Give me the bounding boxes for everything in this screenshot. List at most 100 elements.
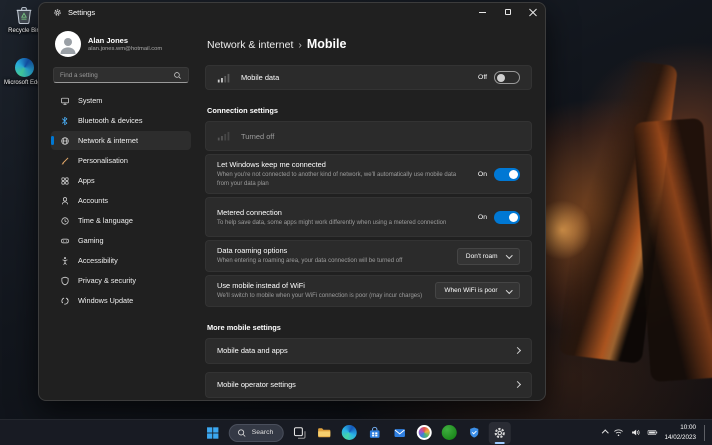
apps-grid-icon [60,176,70,186]
data-roaming-dropdown[interactable]: Don't roam [457,248,520,265]
user-profile[interactable]: Alan Jones alan.jones.wm@hotmail.com [55,31,191,57]
volume-icon[interactable] [630,427,641,438]
store-icon [367,426,381,440]
start-button[interactable] [202,422,224,444]
keep-me-connected-toggle[interactable] [494,168,520,181]
mobile-signal-icon [217,73,230,83]
chevron-right-icon [514,381,521,388]
profile-name: Alan Jones [88,36,162,45]
wifi-icon[interactable] [613,427,624,438]
photos-icon [417,425,432,440]
connection-status-card: Turned off [205,121,532,151]
show-desktop-button[interactable] [704,425,707,441]
sidebar-item-label: Time & language [78,216,133,225]
file-explorer-button[interactable] [313,422,335,444]
battery-icon[interactable] [647,427,658,438]
settings-app-button[interactable] [488,422,510,444]
recycle-bin-icon [13,4,35,26]
xbox-button[interactable] [438,422,460,444]
sidebar-item-label: Gaming [78,236,104,245]
breadcrumb-separator: › [298,39,302,51]
chevron-down-icon [506,287,512,293]
settings-window: Settings Alan Jones alan.jones.wm@hotmai… [38,2,546,401]
mobile-data-label: Mobile data [241,73,459,82]
mobile-data-state: Off [478,74,487,81]
system-tray: 10:00 14/02/2023 [603,420,707,445]
toggle-state: On [478,171,487,178]
sidebar-item-label: Apps [78,176,95,185]
sidebar-item-apps[interactable]: Apps [51,171,191,190]
photos-button[interactable] [413,422,435,444]
windows-security-button[interactable] [463,422,485,444]
sidebar-item-windows-update[interactable]: Windows Update [51,291,191,310]
breadcrumb: Network & internet › Mobile [207,37,532,51]
microsoft-store-button[interactable] [363,422,385,444]
taskbar-search-label: Search [252,429,274,436]
sidebar-item-gaming[interactable]: Gaming [51,231,191,250]
windows-start-icon [206,426,220,440]
windows-update-icon [60,296,70,306]
sidebar-item-time-language[interactable]: Time & language [51,211,191,230]
setting-description: When you're not connected to another kin… [217,171,468,188]
tray-chevron-up-icon[interactable] [602,430,608,436]
sidebar-item-accounts[interactable]: Accounts [51,191,191,210]
network-globe-icon [60,136,70,146]
sidebar-item-label: Accounts [78,196,108,205]
settings-gear-icon [492,426,506,440]
chevron-down-icon [506,252,512,258]
mobile-operator-settings-link[interactable]: Mobile operator settings [205,372,532,398]
sidebar-item-label: System [78,96,102,105]
security-shield-icon [468,426,481,439]
sidebar-item-label: Network & internet [78,136,138,145]
connection-status-label: Turned off [241,132,510,141]
page-title: Mobile [307,37,347,51]
minimize-button[interactable] [470,3,495,21]
sidebar-item-accessibility[interactable]: Accessibility [51,251,191,270]
sidebar-item-bluetooth-devices[interactable]: Bluetooth & devices [51,111,191,130]
system-icon [60,96,70,106]
mobile-data-card: Mobile data Off [205,65,532,90]
titlebar[interactable]: Settings [39,3,545,21]
keep-me-connected-card: Let Windows keep me connected When you'r… [205,154,532,194]
clock-time: 10:00 [664,423,696,432]
toggle-state: On [478,214,487,221]
search-icon [237,428,247,438]
find-a-setting-searchbox[interactable] [53,67,189,83]
data-roaming-card: Data roaming options When entering a roa… [205,240,532,272]
personalisation-brush-icon [60,156,70,166]
mobile-data-and-apps-link[interactable]: Mobile data and apps [205,338,532,364]
minimize-icon [479,12,486,13]
mobile-instead-of-wifi-dropdown[interactable]: When WiFi is poor [435,282,520,299]
metered-connection-toggle[interactable] [494,211,520,224]
setting-title: Metered connection [217,208,468,217]
avatar [55,31,81,57]
sidebar-item-label: Personalisation [78,156,128,165]
taskbar-clock[interactable]: 10:00 14/02/2023 [664,423,696,441]
setting-title: Use mobile instead of WiFi [217,281,425,290]
setting-title: Let Windows keep me connected [217,160,468,169]
search-icon [173,71,182,80]
mobile-data-toggle[interactable] [494,71,520,84]
maximize-button[interactable] [495,3,520,21]
breadcrumb-network-internet[interactable]: Network & internet [207,39,293,51]
sidebar-item-network-internet[interactable]: Network & internet [51,131,191,150]
settings-content: Network & internet › Mobile Mobile data … [197,21,545,400]
chevron-right-icon [514,347,521,354]
mail-button[interactable] [388,422,410,444]
sidebar-item-privacy-security[interactable]: Privacy & security [51,271,191,290]
sidebar-item-system[interactable]: System [51,91,191,110]
taskbar-search[interactable]: Search [229,424,284,442]
setting-description: When entering a roaming area, your data … [217,257,447,266]
search-input[interactable] [60,72,173,79]
close-button[interactable] [520,3,545,21]
edge-button[interactable] [338,422,360,444]
task-view-button[interactable] [288,422,310,444]
sidebar-item-label: Accessibility [78,256,118,265]
setting-description: We'll switch to mobile when your WiFi co… [217,292,425,301]
window-title: Settings [68,8,95,17]
sidebar-item-label: Privacy & security [78,276,136,285]
sidebar-item-personalisation[interactable]: Personalisation [51,151,191,170]
desktop-icon-label: Recycle Bin [8,28,40,36]
metered-connection-card: Metered connection To help save data, so… [205,197,532,237]
link-title: Mobile data and apps [217,346,505,355]
